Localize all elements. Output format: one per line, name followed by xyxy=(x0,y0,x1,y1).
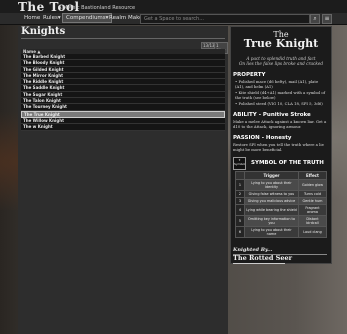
table-row: 3 Giving you malicious advice Gentle hum xyxy=(235,197,328,205)
nav-rules[interactable]: Rules▾ xyxy=(40,14,64,22)
detail-quote: A pact to splendid truth and fact On lie… xyxy=(238,56,324,66)
property-item: • Polished steed (VIG 10, CLA 18, SPI 5,… xyxy=(235,101,323,106)
table-row: 2 Giving false witness to you Turns cold xyxy=(235,190,328,198)
ability-text: Make a melee Attack against a known liar… xyxy=(233,119,327,129)
list-item-selected[interactable]: The True Knight xyxy=(21,110,225,118)
passion-heading: PASSION - Honesty xyxy=(233,135,292,141)
ability-heading: ABILITY - Punitive Stroke xyxy=(233,112,311,118)
table-row: 5 Omitting key information to you Distan… xyxy=(235,215,328,227)
nav-compendiums[interactable]: Compendiums▾ xyxy=(62,13,113,23)
table-row: 6 Lying to you about their name Loud cla… xyxy=(235,226,328,238)
page-title: Knights xyxy=(21,26,66,37)
col-num xyxy=(235,171,245,180)
main-nav: Home Rules▾ Compendiums▾ Realm Maker Get… xyxy=(0,13,347,25)
search-icon[interactable]: ⌕ xyxy=(310,14,320,24)
symbol-icon: ✦ Symbol xyxy=(233,157,246,170)
knights-panel: Knights 13/13 1 filter Name ▲ The Barbed… xyxy=(18,26,228,334)
symbol-heading: SYMBOL OF THE TRUTH xyxy=(251,160,324,166)
search-input[interactable]: Get a Space to search... xyxy=(140,14,310,24)
author-link[interactable]: The Rotted Seer xyxy=(233,254,292,262)
list-item[interactable]: The w Knight xyxy=(21,124,225,131)
knighted-by-label: Knighted By... xyxy=(233,247,273,253)
site-tagline: A Mythic Bastionland Resource xyxy=(58,5,136,11)
site-header: The Tool A Mythic Bastionland Resource xyxy=(0,0,347,14)
table-row: 4 Lying while bearing the shield Fragran… xyxy=(235,204,328,216)
col-effect: Effect xyxy=(297,171,328,180)
property-heading: PROPERTY xyxy=(233,72,266,78)
hamburger-icon[interactable]: ≡ xyxy=(322,14,332,24)
col-trigger: Trigger xyxy=(244,171,299,180)
knights-list: Name ▲ The Barbed Knight The Bloody Knig… xyxy=(21,49,225,131)
property-item: • Kite shield (d4+A1) marked with a symb… xyxy=(235,90,326,100)
title-divider xyxy=(21,38,225,39)
table-header-row: Trigger Effect xyxy=(235,171,328,180)
property-item: • Polished mace (d6 hefty), mail (A1), p… xyxy=(235,79,319,89)
table-row: 1 Lying to you about their identity Gold… xyxy=(235,179,328,191)
detail-title: True Knight xyxy=(243,37,319,50)
symbol-table: Trigger Effect 1 Lying to you about thei… xyxy=(235,171,328,238)
knight-detail-panel: The True Knight A pact to splendid truth… xyxy=(230,26,332,264)
passion-text: Restore SPI when you tell the truth wher… xyxy=(233,142,324,152)
author-underline xyxy=(233,263,285,264)
